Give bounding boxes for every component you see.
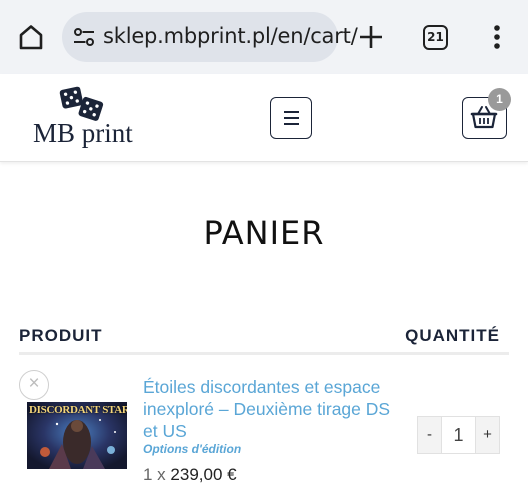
remove-item-button[interactable]: × — [19, 370, 49, 400]
site-header: MB print — [0, 74, 528, 162]
address-bar[interactable]: sklep.mbprint.pl/en/cart/ — [62, 12, 358, 62]
hamburger-icon[interactable] — [270, 97, 312, 139]
header-divider — [19, 352, 509, 355]
product-name-link[interactable]: Étoiles discordantes et espace inexploré… — [143, 376, 395, 442]
cart-count-badge: 1 — [488, 88, 511, 111]
quantity-input[interactable]: 1 — [441, 416, 476, 454]
column-header-product: PRODUIT — [19, 326, 103, 345]
browser-toolbar: sklep.mbprint.pl/en/cart/ 21 — [0, 0, 528, 74]
page-title: PANIER — [203, 214, 325, 252]
site-logo[interactable]: MB print — [33, 118, 133, 149]
tune-icon[interactable] — [72, 25, 96, 49]
product-thumbnail-title: DISCORDANT STARS — [29, 404, 127, 416]
quantity-decrease-button[interactable]: - — [417, 416, 442, 454]
column-header-quantity: QUANTITÉ — [405, 326, 500, 345]
more-vert-icon[interactable] — [484, 22, 510, 52]
home-icon[interactable] — [16, 22, 46, 52]
quantity-increase-button[interactable]: + — [475, 416, 500, 454]
tab-switcher-button[interactable]: 21 — [423, 25, 448, 50]
product-options-label[interactable]: Options d'édition — [143, 442, 241, 456]
price-prefix: 1 x — [143, 465, 166, 484]
url-text[interactable]: sklep.mbprint.pl/en/cart/ — [103, 24, 358, 48]
product-thumbnail[interactable]: DISCORDANT STARS — [27, 402, 127, 469]
plus-icon[interactable] — [357, 23, 385, 51]
product-price: 1 x 239,00 € — [143, 465, 237, 485]
price-value: 239,00 € — [170, 465, 237, 484]
